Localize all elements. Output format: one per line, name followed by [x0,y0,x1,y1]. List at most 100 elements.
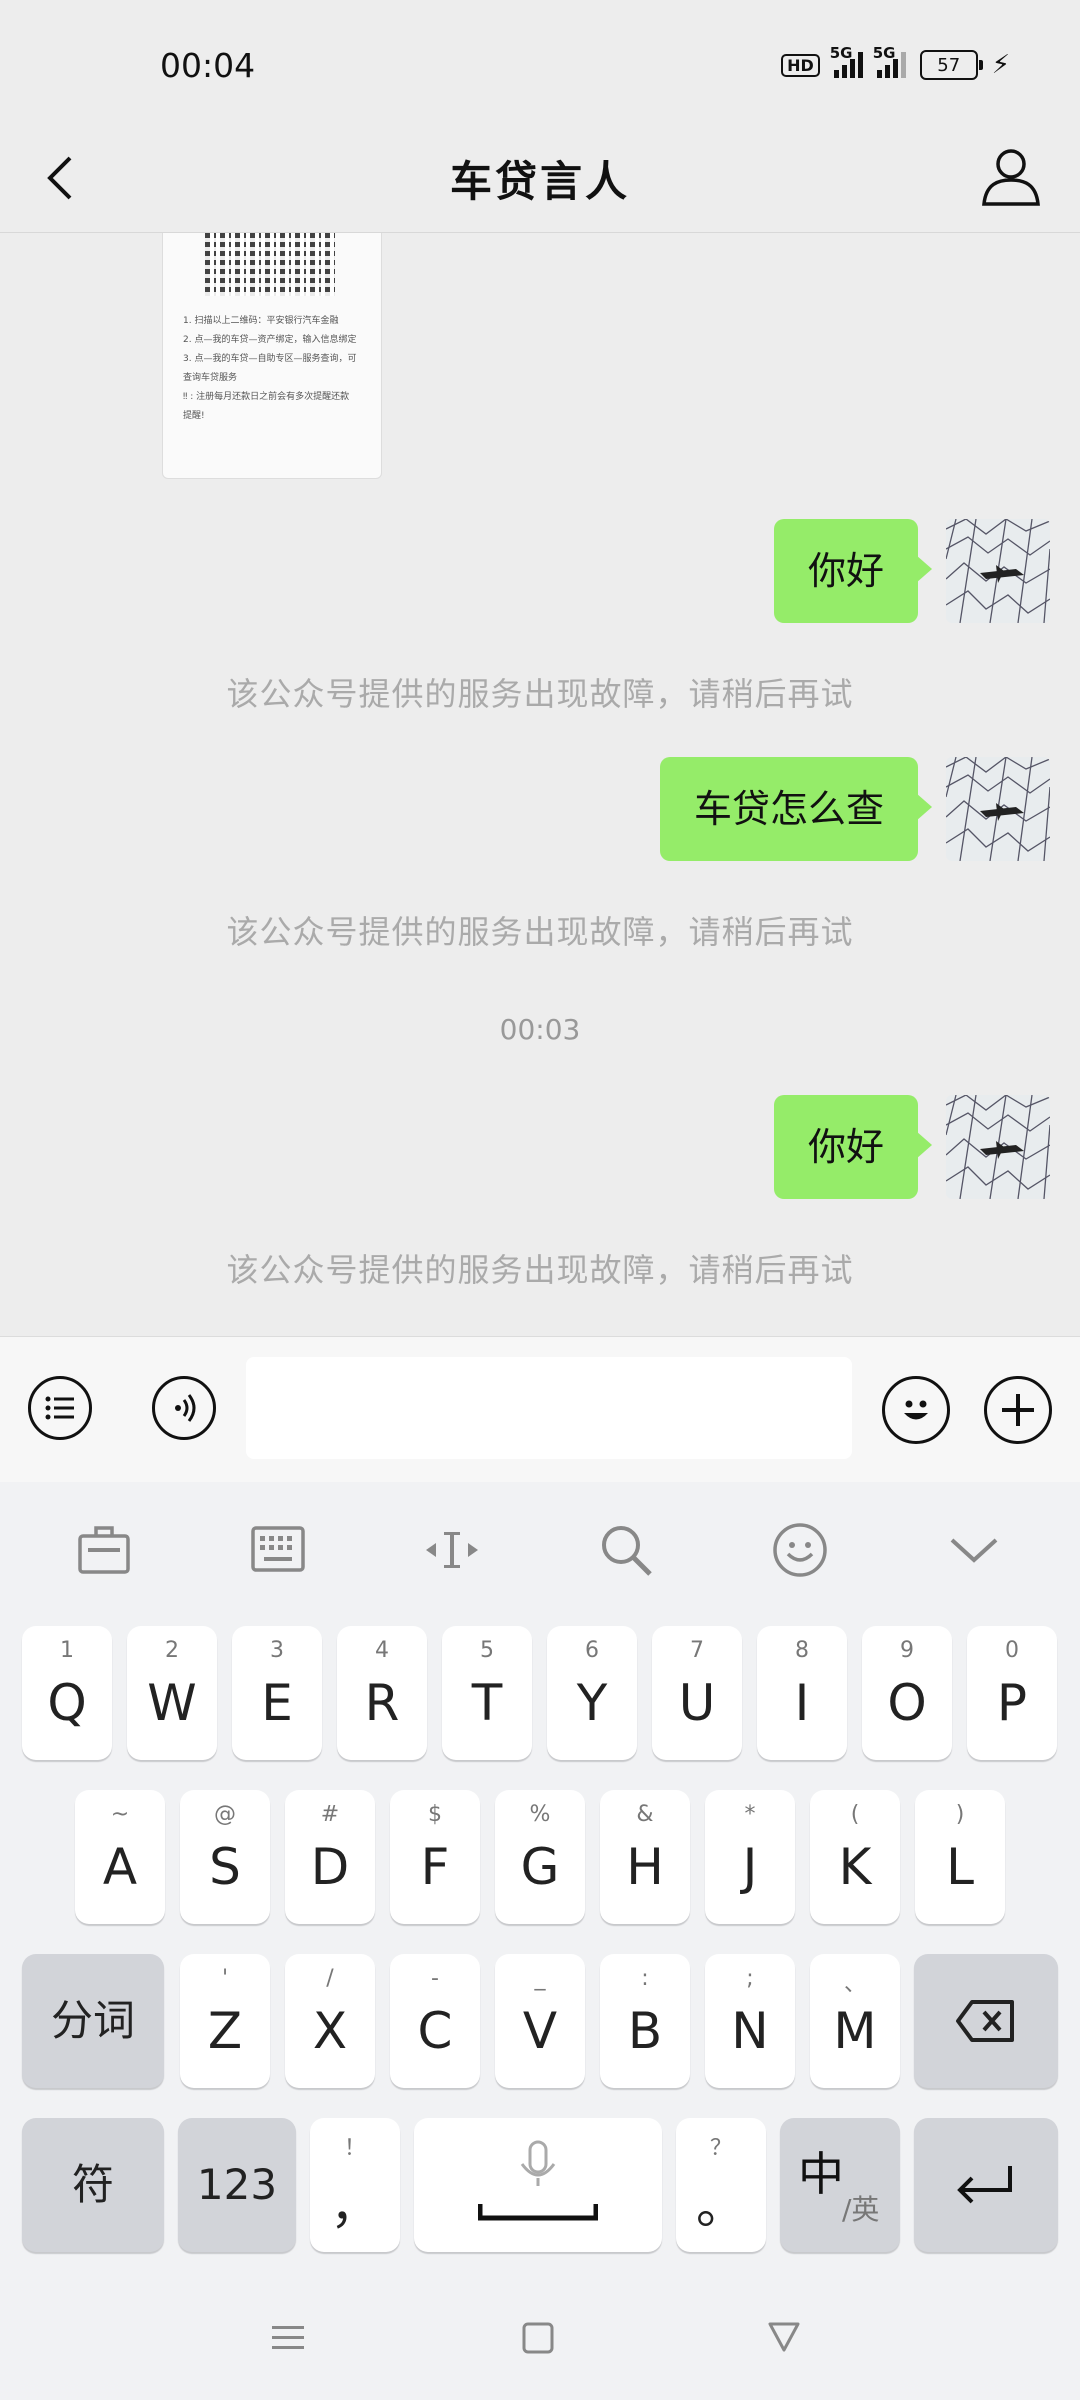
key-a[interactable]: ~ A [75,1790,165,1924]
outgoing-message[interactable]: 你好 [773,1095,933,1199]
key-label: U [678,1674,716,1732]
voice-input-icon[interactable] [152,1376,216,1440]
key-e[interactable]: 3E [232,1626,322,1760]
qr-line: ‼ : 注册每月还款日之前会有多次提醒还款 [183,392,350,402]
key-label: S [209,1838,241,1896]
key-label: B [627,2002,663,2060]
key-sub-label: $ [428,1802,442,1827]
recent-apps-icon[interactable] [270,2320,306,2360]
user-avatar[interactable] [946,519,1050,623]
numbers-key[interactable]: 123 [178,2118,296,2252]
status-bar: 00:04 HD 5G 5G 57 ⚡ [0,0,1080,130]
key-label: Y [576,1674,608,1732]
key-u[interactable]: 7U [652,1626,742,1760]
outgoing-message[interactable]: 车贷怎么查 [659,757,933,861]
period-key[interactable]: ？。 [676,2118,766,2252]
key-y[interactable]: 6Y [547,1626,637,1760]
key-sub-label: ~ [110,1802,130,1827]
key-label: J [742,1838,758,1896]
qr-code-image [205,233,335,296]
home-icon[interactable] [520,2320,556,2360]
key-d[interactable]: # D [285,1790,375,1924]
cursor-move-icon[interactable] [422,1520,482,1580]
key-q[interactable]: 1Q [22,1626,112,1760]
key-label: 。 [696,2177,746,2235]
qr-line: 1. 扫描以上二维码：平安银行汽车金融 [183,316,339,326]
system-message: 该公众号提供的服务出现故障，请稍后再试 [226,675,854,713]
key-label: ， [330,2177,380,2235]
key-sub-label: & [636,1802,654,1827]
enter-icon [957,2166,1012,2204]
key-label: M [833,2002,877,2060]
key-j[interactable]: * J [705,1790,795,1924]
chat-title: 车贷言人 [449,157,630,206]
system-navigation-bar [0,2290,1080,2400]
outgoing-message[interactable]: 你好 [773,519,933,623]
message-input[interactable] [246,1357,852,1459]
user-avatar[interactable] [946,757,1050,861]
key-label: I [794,1674,810,1732]
key-f[interactable]: $ F [390,1790,480,1924]
chat-area[interactable]: 1. 扫描以上二维码：平安银行汽车金融 2. 点—我的车贷—资产绑定，输入信息绑… [0,233,1080,1333]
key-sub-label: ( [850,1802,860,1827]
key-h[interactable]: & H [600,1790,690,1924]
key-x[interactable]: / X [285,1954,375,2088]
keyboard: 1Q 2W 3E 4R 5T 6Y 7U 8I 9O 0P ~ A @ S # D $… [0,1482,1080,2400]
key-sub-label: / [326,1966,334,1991]
key-label: X [312,2002,348,2060]
key-z[interactable]: ' Z [180,1954,270,2088]
key-label: L [946,1838,974,1896]
menu-list-icon[interactable] [28,1376,92,1440]
keyboard-layout-icon[interactable] [248,1520,308,1580]
key-w[interactable]: 2W [127,1626,217,1760]
key-sub-label: 9 [900,1638,914,1663]
language-switch-key[interactable]: 中 /英 [780,2118,900,2252]
back-nav-icon[interactable] [766,2318,802,2358]
backspace-key[interactable] [914,1954,1058,2088]
qr-line: 2. 点—我的车贷—资产绑定，输入信息绑定 [183,335,357,345]
comma-key[interactable]: ！， [310,2118,400,2252]
system-message: 该公众号提供的服务出现故障，请稍后再试 [226,1251,854,1289]
key-label: P [996,1674,1028,1732]
qr-image-message[interactable]: 1. 扫描以上二维码：平安银行汽车金融 2. 点—我的车贷—资产绑定，输入信息绑… [162,233,382,479]
clipboard-icon[interactable] [74,1520,134,1580]
key-m[interactable]: 、 M [810,1954,900,2088]
key-t[interactable]: 5T [442,1626,532,1760]
key-sub-label: 8 [795,1638,809,1663]
key-sub-label: @ [214,1802,236,1827]
symbols-key[interactable]: 符 [22,2118,164,2252]
key-sub-label: % [529,1802,551,1827]
key-v[interactable]: _ V [495,1954,585,2088]
key-g[interactable]: % G [495,1790,585,1924]
key-label: 中 [798,2147,844,2201]
key-label: 分词 [50,1996,135,2045]
qr-line: 3. 点—我的车贷—自助专区—服务查询，可 [183,354,357,364]
user-avatar[interactable] [946,1095,1050,1199]
key-s[interactable]: @ S [180,1790,270,1924]
signal-icon-2: 5G [873,44,906,78]
collapse-keyboard-icon[interactable] [944,1520,1004,1580]
more-plus-icon[interactable] [984,1376,1052,1444]
key-p[interactable]: 0P [967,1626,1057,1760]
key-label: V [522,2002,558,2060]
enter-key[interactable] [914,2118,1058,2252]
key-c[interactable]: -C [390,1954,480,2088]
space-key[interactable] [414,2118,662,2252]
emoji-icon[interactable] [882,1376,950,1444]
key-sub-label: ！ [343,2136,366,2161]
microphone-icon [478,2140,598,2221]
key-label: Z [207,2002,243,2060]
search-icon[interactable] [596,1520,656,1580]
key-sub-label: _ [534,1966,546,1991]
segment-key[interactable]: 分词 [22,1954,164,2088]
key-r[interactable]: 4R [337,1626,427,1760]
emoji-keyboard-icon[interactable] [770,1520,830,1580]
key-i[interactable]: 8I [757,1626,847,1760]
key-b[interactable]: :B [600,1954,690,2088]
key-sub-label: 7 [690,1638,704,1663]
key-k[interactable]: (K [810,1790,900,1924]
key-n[interactable]: ; N [705,1954,795,2088]
key-o[interactable]: 9O [862,1626,952,1760]
key-l[interactable]: ) L [915,1790,1005,1924]
profile-icon[interactable] [978,144,1044,210]
